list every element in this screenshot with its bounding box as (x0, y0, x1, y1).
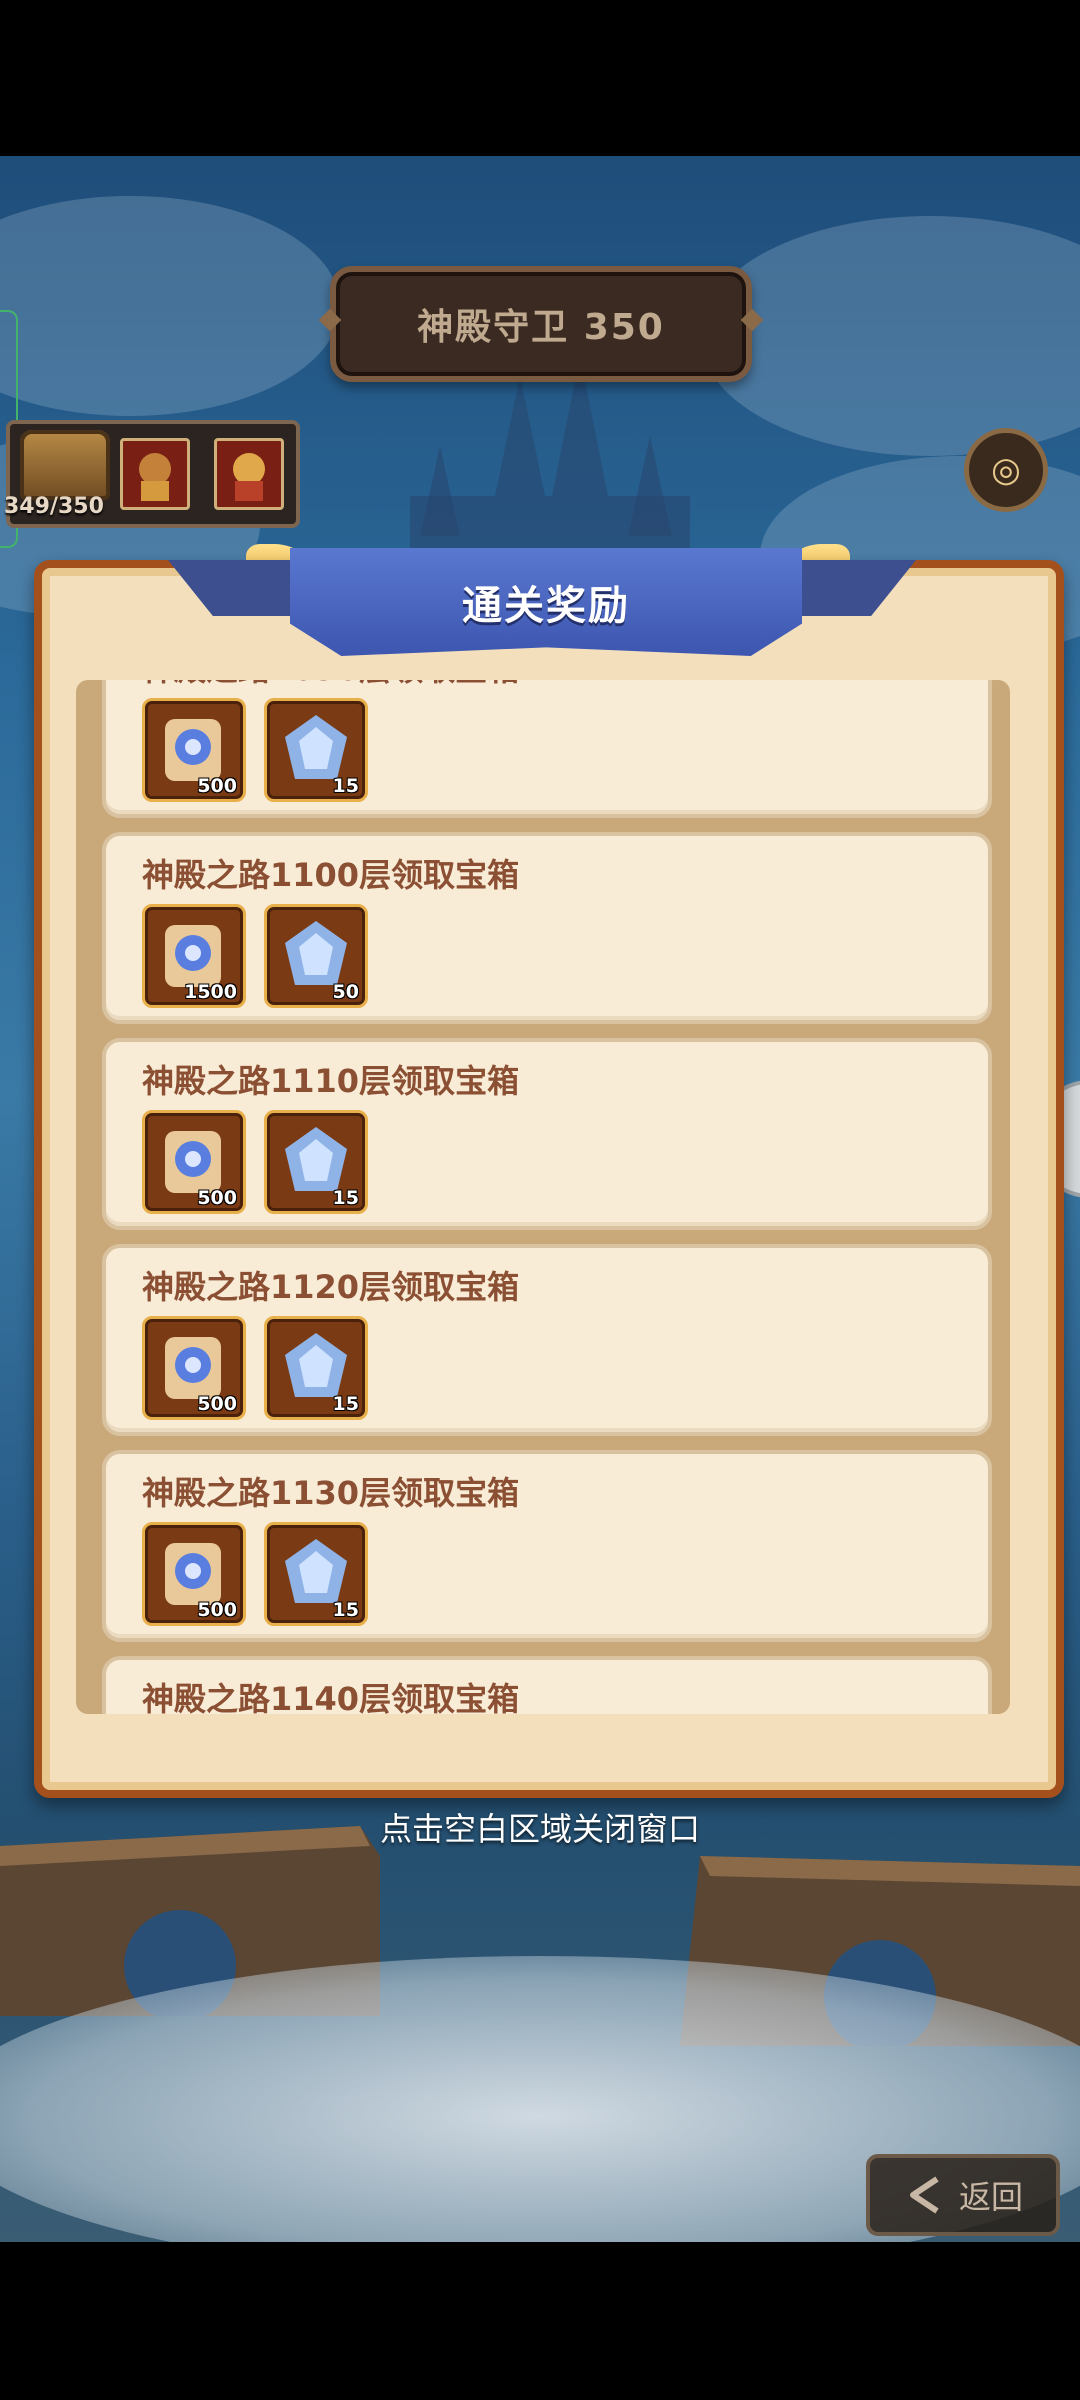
reward-item[interactable]: 15 (264, 1316, 368, 1420)
reward-item[interactable]: 15 (264, 1110, 368, 1214)
reward-count: 15 (332, 1187, 359, 1209)
back-arrow-icon (909, 2176, 939, 2214)
reward-row: 神殿之路1140层领取宝箱 (102, 1656, 992, 1714)
reward-count: 15 (332, 775, 359, 797)
reward-row-title: 神殿之路1100层领取宝箱 (142, 856, 520, 894)
treasure-chest-icon[interactable] (20, 430, 110, 500)
hero-avatar-1[interactable] (120, 438, 190, 510)
hero-avatar-2[interactable] (214, 438, 284, 510)
back-button-label: 返回 (958, 2178, 1023, 2216)
reward-row-title: 神殿之路1110层领取宝箱 (142, 1062, 520, 1100)
dialog-title: 通关奖励 (462, 583, 630, 629)
reward-count: 15 (332, 1599, 359, 1621)
reward-item[interactable]: 500 (142, 1522, 246, 1626)
reward-item[interactable]: 500 (142, 698, 246, 802)
reward-item[interactable]: 500 (142, 1110, 246, 1214)
reward-row: 神殿之路1130层领取宝箱 500 15 (102, 1450, 992, 1642)
stage-title: 神殿守卫 350 (417, 307, 665, 348)
reward-item[interactable]: 15 (264, 1522, 368, 1626)
close-hint: 点击空白区域关闭窗口 (379, 1810, 700, 1848)
reward-count: 500 (197, 1599, 237, 1621)
reward-row-title: 神殿之路1120层领取宝箱 (142, 1268, 520, 1306)
reward-count: 15 (332, 1393, 359, 1415)
reward-count: 500 (197, 1393, 237, 1415)
reward-row: 神殿之路1090层领取宝箱 500 15 (102, 680, 992, 818)
reward-row: 神殿之路1110层领取宝箱 500 15 (102, 1038, 992, 1230)
reward-count: 50 (332, 981, 359, 1003)
reward-row-title: 神殿之路1130层领取宝箱 (142, 1474, 520, 1512)
reward-row: 神殿之路1100层领取宝箱 1500 50 (102, 832, 992, 1024)
reward-item[interactable]: 500 (142, 1316, 246, 1420)
reward-row-title: 神殿之路1140层领取宝箱 (142, 1680, 520, 1714)
treasure-count: 349/350 (4, 494, 104, 519)
stage-title-plate: 神殿守卫 350 (318, 266, 764, 382)
reward-count: 500 (197, 1187, 237, 1209)
back-button[interactable]: 返回 (866, 2154, 1060, 2236)
reward-item[interactable]: 50 (264, 904, 368, 1008)
reward-row: 神殿之路1120层领取宝箱 500 15 (102, 1244, 992, 1436)
reward-row-title: 神殿之路1090层领取宝箱 (142, 680, 519, 690)
medal-button[interactable]: ◎ (964, 428, 1048, 512)
reward-item[interactable]: 15 (264, 698, 368, 802)
reward-count: 500 (197, 775, 237, 797)
reward-item[interactable]: 1500 (142, 904, 246, 1008)
reward-count: 1500 (184, 981, 237, 1003)
reward-list[interactable]: 神殿之路1090层领取宝箱 500 15 神殿之路1100层领取宝箱 1500 … (76, 680, 1010, 1714)
medal-icon: ◎ (991, 450, 1021, 490)
dialog-title-ribbon: 通关奖励 (290, 548, 802, 656)
